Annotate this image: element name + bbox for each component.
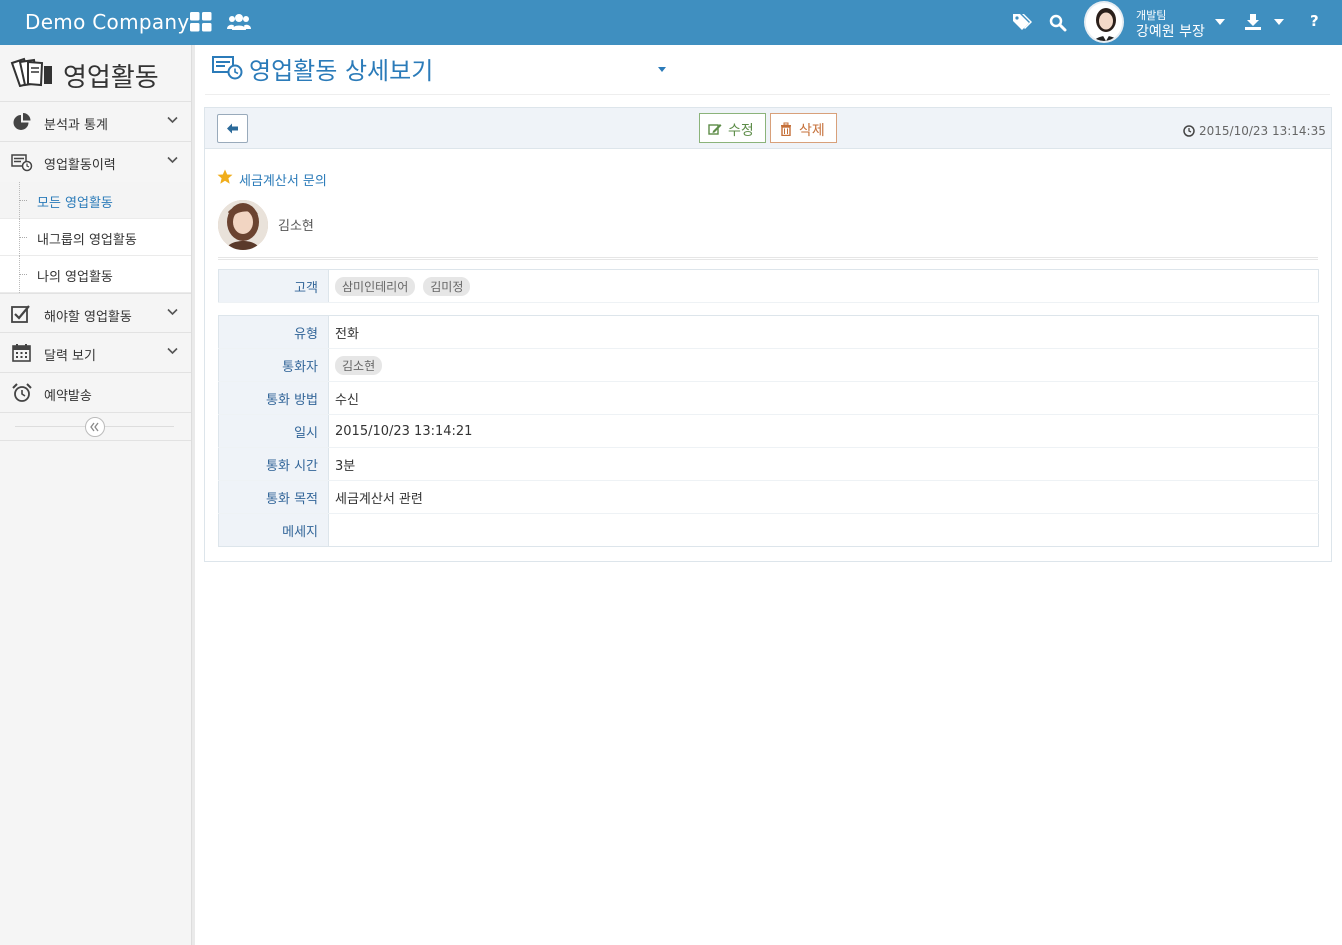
users-icon[interactable]	[227, 12, 251, 32]
clock-icon	[1183, 125, 1195, 137]
top-bar: Demo Company 개발팀 강예원 부장 ?	[0, 0, 1342, 45]
call-duration-value: 3분	[328, 447, 1319, 481]
download-menu-caret-icon[interactable]	[1274, 19, 1284, 25]
sidebar-item-label: 달력 보기	[44, 349, 96, 364]
user-menu-caret-icon[interactable]	[1215, 19, 1225, 25]
activity-subject: 세금계산서 문의	[239, 174, 327, 189]
table-row: 통화 시간 3분	[218, 447, 1319, 481]
pie-chart-icon	[13, 113, 31, 130]
alarm-clock-icon	[12, 383, 32, 402]
sidebar-item-label: 영업활동이력	[44, 158, 116, 173]
call-duration-label: 통화 시간	[218, 447, 329, 481]
title-dropdown-caret-icon[interactable]	[658, 67, 666, 72]
caller-tag[interactable]: 김소현	[335, 355, 383, 375]
user-avatar[interactable]	[1084, 1, 1124, 43]
customer-table: 고객 삼미인테리어 김미정	[218, 269, 1319, 303]
type-value: 전화	[328, 315, 1319, 349]
trash-icon	[781, 122, 791, 136]
double-chevron-left-icon	[90, 422, 99, 432]
chevron-down-icon	[167, 308, 178, 316]
edit-button-label: 수정	[728, 123, 754, 139]
page-header: 영업활동 상세보기	[205, 45, 1330, 95]
sidebar-subitem-my-activities[interactable]: 나의 영업활동	[0, 256, 191, 293]
sidebar-subitem-all-activities[interactable]: 모든 영업활동	[0, 182, 191, 219]
sidebar-item-todo[interactable]: 해야할 영업활동	[0, 293, 191, 333]
activity-detail-panel: 수정 삭제 2015/10/23 13:14:35 세금계산서 문의 김소현 고…	[204, 107, 1332, 562]
brand-name[interactable]: Demo Company	[25, 10, 190, 34]
calendar-icon	[12, 344, 31, 362]
tree-line	[19, 274, 27, 275]
sidebar-item-label: 분석과 통계	[44, 118, 108, 133]
divider	[218, 257, 1318, 260]
sidebar-title: 영업활동	[63, 63, 159, 93]
delete-button[interactable]: 삭제	[770, 113, 837, 143]
edit-button[interactable]: 수정	[699, 113, 766, 143]
message-label: 메세지	[218, 513, 329, 547]
sidebar-subitem-label: 나의 영업활동	[37, 270, 113, 285]
chevron-down-icon	[167, 116, 178, 124]
customer-value: 삼미인테리어 김미정	[328, 269, 1319, 303]
sidebar-item-analytics[interactable]: 분석과 통계	[0, 102, 191, 142]
tree-line	[19, 237, 27, 238]
sidebar-item-scheduled-send[interactable]: 예약발송	[0, 373, 191, 413]
activity-detail-icon	[212, 56, 243, 80]
created-timestamp: 2015/10/23 13:14:35	[1199, 124, 1326, 138]
chevron-down-icon	[167, 156, 178, 164]
sales-activity-icon	[10, 57, 52, 87]
download-icon[interactable]	[1244, 13, 1262, 31]
sidebar-item-history[interactable]: 영업활동이력	[0, 142, 191, 182]
tree-line	[19, 200, 27, 201]
arrow-left-icon	[227, 123, 238, 134]
sidebar-subitem-group-activities[interactable]: 내그룹의 영업활동	[0, 219, 191, 256]
author-name: 김소현	[278, 219, 314, 234]
apps-grid-icon[interactable]	[190, 12, 212, 32]
call-purpose-label: 통화 목적	[218, 480, 329, 514]
help-icon[interactable]: ?	[1310, 12, 1319, 30]
customer-tag[interactable]: 삼미인테리어	[335, 276, 416, 296]
table-row: 메세지	[218, 513, 1319, 547]
tags-icon[interactable]	[1012, 12, 1032, 32]
chevron-down-icon	[167, 347, 178, 355]
sidebar-subitem-label: 모든 영업활동	[37, 196, 113, 211]
edit-icon	[708, 124, 722, 135]
sidebar-collapse-button[interactable]	[85, 417, 105, 437]
table-row: 유형 전화	[218, 315, 1319, 349]
table-row: 일시 2015/10/23 13:14:21	[218, 414, 1319, 448]
type-label: 유형	[218, 315, 329, 349]
activity-detail-table: 유형 전화 통화자 김소현 통화 방법 수신 일시 2015/10/23 13:…	[218, 315, 1319, 547]
delete-button-label: 삭제	[799, 123, 825, 139]
page-title: 영업활동 상세보기	[249, 57, 434, 85]
caller-label: 통화자	[218, 348, 329, 382]
message-value	[329, 514, 1319, 547]
sidebar-subitem-label: 내그룹의 영업활동	[37, 233, 137, 248]
back-button[interactable]	[217, 114, 248, 143]
call-method-label: 통화 방법	[218, 381, 329, 415]
datetime-value: 2015/10/23 13:14:21	[328, 414, 1319, 448]
panel-toolbar: 수정 삭제 2015/10/23 13:14:35	[205, 108, 1331, 149]
sidebar-collapse-row	[0, 413, 191, 441]
table-row: 고객 삼미인테리어 김미정	[218, 269, 1319, 303]
sidebar-item-label: 예약발송	[44, 389, 92, 404]
checkbox-icon	[11, 305, 30, 323]
datetime-label: 일시	[218, 414, 329, 448]
sidebar-item-calendar[interactable]: 달력 보기	[0, 333, 191, 373]
table-row: 통화 목적 세금계산서 관련	[218, 480, 1319, 514]
call-method-value: 수신	[328, 381, 1319, 415]
call-purpose-value: 세금계산서 관련	[328, 480, 1319, 514]
sidebar-item-label: 해야할 영업활동	[44, 310, 132, 325]
user-name[interactable]: 강예원 부장	[1136, 21, 1205, 41]
sidebar: 영업활동 분석과 통계 영업활동이력 모든 영업활동 내그룹의 영업활동 나의 …	[0, 45, 195, 945]
table-row: 통화자 김소현	[218, 348, 1319, 382]
sidebar-header: 영업활동	[0, 45, 191, 102]
table-row: 통화 방법 수신	[218, 381, 1319, 415]
author-avatar	[218, 200, 268, 250]
history-list-icon	[11, 154, 33, 172]
star-icon[interactable]	[217, 169, 233, 185]
contact-tag[interactable]: 김미정	[423, 276, 471, 296]
caller-value: 김소현	[328, 348, 1319, 382]
customer-label: 고객	[218, 269, 329, 303]
search-icon[interactable]	[1049, 14, 1067, 32]
